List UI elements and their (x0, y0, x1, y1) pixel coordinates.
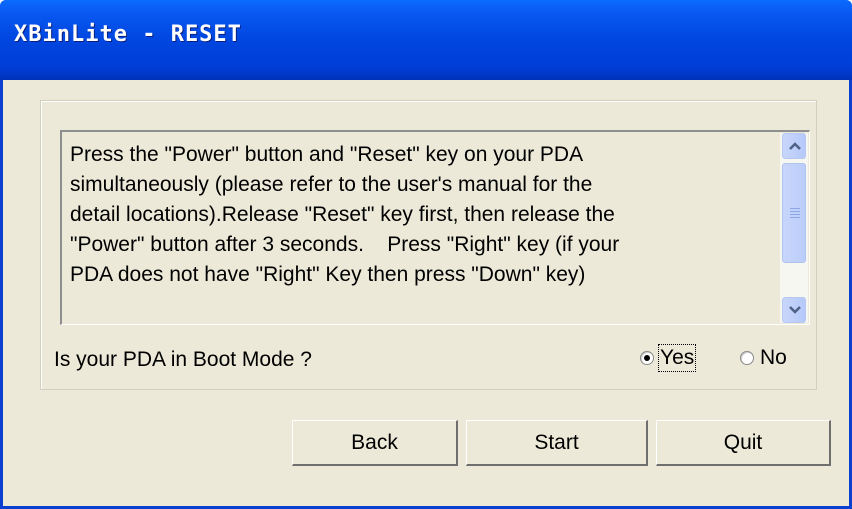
instruction-line: "Power" button after 3 seconds. Press "R… (70, 233, 620, 256)
grip-line (790, 208, 800, 209)
radio-selected-dot (644, 355, 650, 361)
instructions-text: Press the "Power" button and "Reset" key… (70, 140, 770, 290)
radio-no-circle[interactable] (740, 351, 754, 365)
chevron-down-icon (789, 306, 801, 314)
scroll-up-button[interactable] (782, 133, 806, 159)
grip-line (790, 214, 800, 215)
boot-mode-question: Is your PDA in Boot Mode ? (54, 348, 312, 371)
instruction-line: Press the "Power" button and "Reset" key… (70, 143, 584, 166)
title-bar[interactable]: XBinLite - RESET (0, 0, 852, 80)
radio-yes-label[interactable]: Yes (657, 344, 697, 372)
radio-no-label[interactable]: No (760, 346, 787, 370)
radio-yes-circle[interactable] (640, 351, 654, 365)
start-button[interactable]: Start (466, 420, 648, 466)
instructions-textarea[interactable]: Press the "Power" button and "Reset" key… (60, 130, 810, 325)
grip-line (790, 211, 800, 212)
window-title: XBinLite - RESET (14, 22, 242, 47)
quit-button[interactable]: Quit (656, 420, 831, 466)
radio-no[interactable]: No (740, 346, 787, 370)
vertical-scrollbar[interactable] (780, 133, 808, 323)
scroll-thumb[interactable] (782, 163, 806, 263)
chevron-up-icon (789, 142, 801, 150)
instruction-line: simultaneously (please refer to the user… (70, 173, 593, 196)
grip-line (790, 217, 800, 218)
back-button[interactable]: Back (292, 420, 458, 466)
instruction-line: detail locations).Release "Reset" key fi… (70, 203, 615, 226)
scroll-down-button[interactable] (782, 297, 806, 323)
radio-yes[interactable]: Yes (640, 344, 697, 372)
instruction-line: PDA does not have "Right" Key then press… (70, 263, 586, 286)
